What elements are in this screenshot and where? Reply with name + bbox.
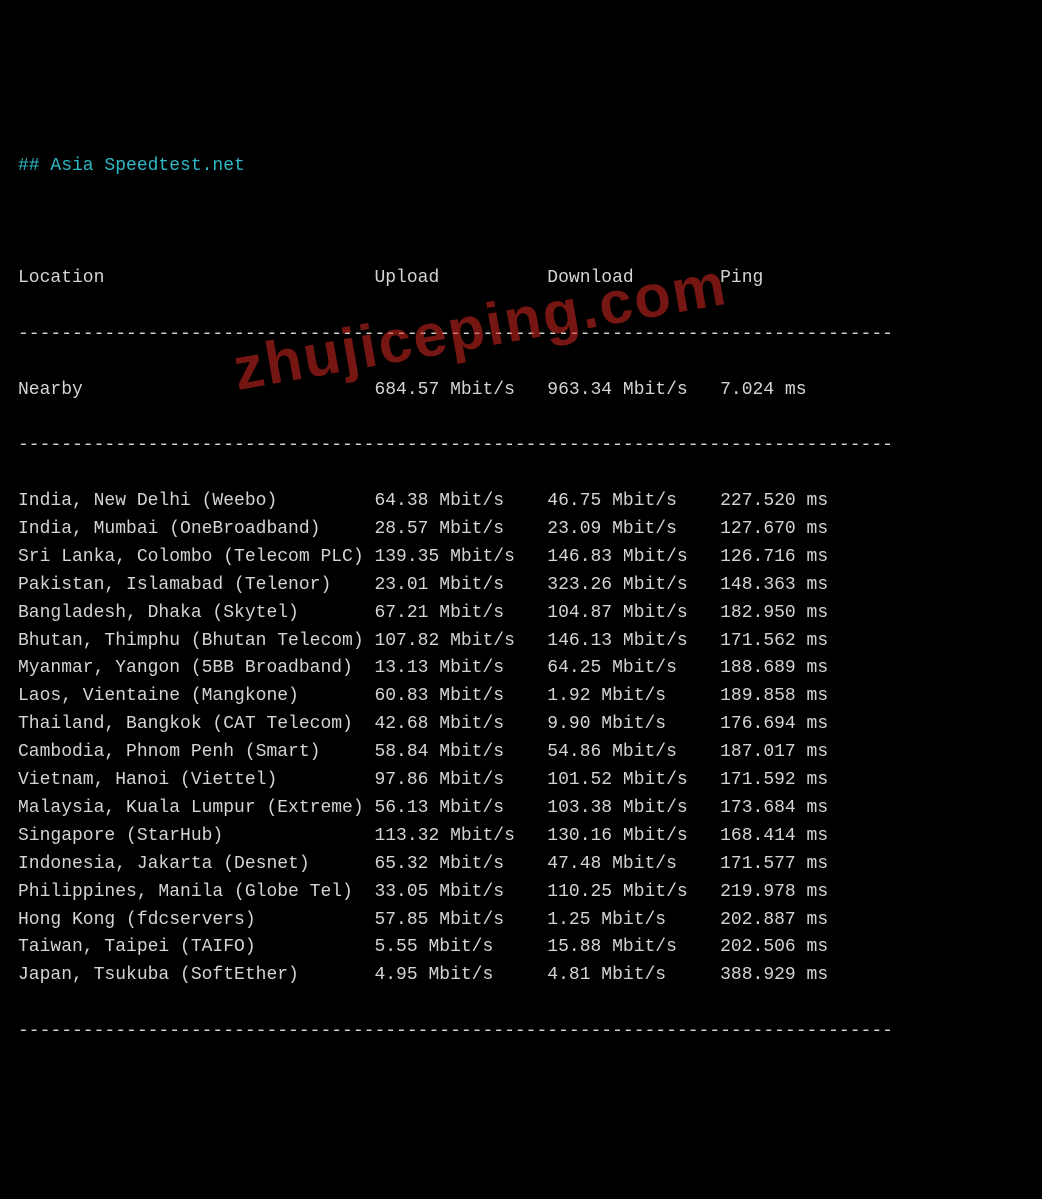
speedtest-row: Hong Kong (fdcservers) 57.85 Mbit/s 1.25… — [18, 907, 1024, 935]
separator-mid: ----------------------------------------… — [18, 432, 1024, 460]
speedtest-row: Bhutan, Thimphu (Bhutan Telecom) 107.82 … — [18, 628, 1024, 656]
speedtest-row: Thailand, Bangkok (CAT Telecom) 42.68 Mb… — [18, 711, 1024, 739]
speedtest-row: Cambodia, Phnom Penh (Smart) 58.84 Mbit/… — [18, 739, 1024, 767]
speedtest-row: India, New Delhi (Weebo) 64.38 Mbit/s 46… — [18, 488, 1024, 516]
speedtest-row: Singapore (StarHub) 113.32 Mbit/s 130.16… — [18, 823, 1024, 851]
speedtest-row: Japan, Tsukuba (SoftEther) 4.95 Mbit/s 4… — [18, 962, 1024, 990]
section-title: ## Asia Speedtest.net — [18, 153, 1024, 181]
separator-top: ----------------------------------------… — [18, 321, 1024, 349]
speedtest-row: Philippines, Manila (Globe Tel) 33.05 Mb… — [18, 879, 1024, 907]
speedtest-row: Pakistan, Islamabad (Telenor) 23.01 Mbit… — [18, 572, 1024, 600]
nearby-row: Nearby 684.57 Mbit/s 963.34 Mbit/s 7.024… — [18, 377, 1024, 405]
speedtest-row: Indonesia, Jakarta (Desnet) 65.32 Mbit/s… — [18, 851, 1024, 879]
speedtest-row: India, Mumbai (OneBroadband) 28.57 Mbit/… — [18, 516, 1024, 544]
speedtest-row: Bangladesh, Dhaka (Skytel) 67.21 Mbit/s … — [18, 600, 1024, 628]
separator-bottom: ----------------------------------------… — [18, 1018, 1024, 1046]
header-row: Location Upload Download Ping — [18, 265, 1024, 293]
blank-line — [18, 209, 1024, 237]
speedtest-row: Malaysia, Kuala Lumpur (Extreme) 56.13 M… — [18, 795, 1024, 823]
speedtest-row: Vietnam, Hanoi (Viettel) 97.86 Mbit/s 10… — [18, 767, 1024, 795]
speedtest-row: Taiwan, Taipei (TAIFO) 5.55 Mbit/s 15.88… — [18, 934, 1024, 962]
speedtest-row: Laos, Vientaine (Mangkone) 60.83 Mbit/s … — [18, 683, 1024, 711]
speedtest-row: Myanmar, Yangon (5BB Broadband) 13.13 Mb… — [18, 655, 1024, 683]
speedtest-row: Sri Lanka, Colombo (Telecom PLC) 139.35 … — [18, 544, 1024, 572]
